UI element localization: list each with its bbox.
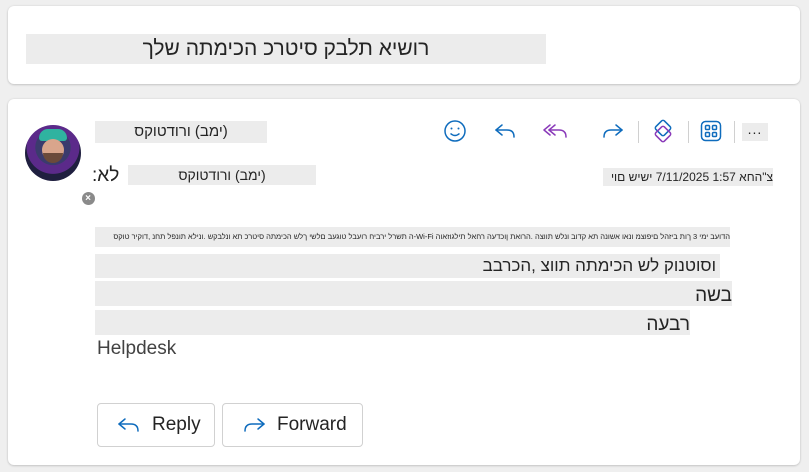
- body-line: רבעה: [95, 310, 690, 335]
- signature: Helpdesk: [97, 338, 177, 359]
- reply-icon: [118, 418, 139, 432]
- subject-card: רושיא תלבק סיטרכ הכימתה שלך: [8, 6, 800, 84]
- tag-button[interactable]: [648, 116, 678, 146]
- reply-all-button[interactable]: [540, 116, 570, 146]
- avatar[interactable]: ×: [25, 125, 97, 207]
- toolbar-separator: [688, 121, 689, 143]
- body-line: בשה: [95, 281, 732, 306]
- to-recipient[interactable]: (ימב) ורודטוקס: [128, 165, 316, 185]
- emoji-icon: [444, 120, 466, 142]
- toolbar-separator: [734, 121, 735, 143]
- presence-offline-icon: ×: [81, 191, 95, 205]
- reply-icon: [495, 124, 515, 138]
- reply-label: Reply: [152, 414, 201, 435]
- body-closing-line: וסוטנוק לש הכימתה תווצ ,הכרבב: [95, 254, 720, 278]
- presence-status-badge: ×: [79, 189, 97, 207]
- tag-icon: [654, 119, 672, 143]
- reply-action-button[interactable]: Reply: [97, 403, 215, 447]
- forward-label: Forward: [277, 414, 347, 435]
- emoji-button[interactable]: [440, 116, 470, 146]
- message-card: × (ימב) ורודטוקס לא: (ימב) ורודטוקס צ"הח…: [8, 99, 800, 465]
- email-subject: רושיא תלבק סיטרכ הכימתה שלך: [26, 34, 546, 64]
- sender-name[interactable]: (ימב) ורודטוקס: [95, 121, 267, 143]
- toolbar-separator: [638, 121, 639, 143]
- more-options-button[interactable]: ...: [742, 122, 768, 141]
- reply-all-icon: [543, 124, 567, 138]
- body-paragraph: הדועב ימי 3 ךות ביזהל םיפוצמ ונאו אשונה …: [95, 227, 730, 247]
- apps-button[interactable]: [696, 116, 726, 146]
- to-label: לא:: [92, 165, 120, 186]
- forward-icon: [603, 124, 623, 138]
- forward-button[interactable]: [598, 116, 628, 146]
- avatar-beard: [43, 153, 63, 163]
- message-date: צ"החא 1:57 7/11/2025 ישיש םוי: [603, 168, 773, 186]
- reply-button[interactable]: [490, 116, 520, 146]
- message-toolbar: ...: [438, 113, 778, 147]
- forward-action-button[interactable]: Forward: [222, 403, 363, 447]
- forward-icon: [244, 418, 265, 432]
- apps-icon: [700, 120, 722, 142]
